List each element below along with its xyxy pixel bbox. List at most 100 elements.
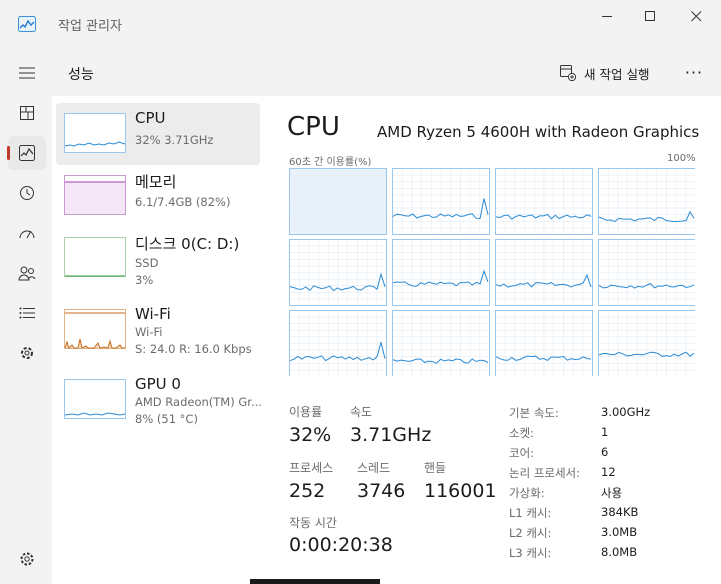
app-history-icon xyxy=(20,186,34,200)
spec-label: 코어: xyxy=(509,446,535,460)
device-detail: SSD xyxy=(135,256,159,270)
processes-label: 프로세스 xyxy=(289,461,334,475)
logical-processor-graph xyxy=(392,310,490,376)
spec-label: L1 캐시: xyxy=(509,506,552,520)
menu-button[interactable] xyxy=(8,56,46,90)
page-header: 성능 새 작업 실행 ··· xyxy=(52,48,721,96)
users-icon xyxy=(18,266,36,281)
device-detail: Wi-Fi xyxy=(135,325,163,339)
uptime-label: 작동 시간 xyxy=(289,516,337,530)
device-item-wifi[interactable]: Wi-Fi Wi-Fi S: 24.0 R: 16.0 Kbps xyxy=(56,299,260,361)
logical-processor-graph xyxy=(598,168,695,235)
nav-processes[interactable] xyxy=(8,96,46,130)
wifi-thumbnail-svg xyxy=(64,309,126,349)
cpu-detail-panel: CPU AMD Ryzen 5 4600H with Radeon Graphi… xyxy=(275,96,721,584)
chart-caption: 60초 간 이용률(%) xyxy=(289,157,372,168)
nav-performance[interactable] xyxy=(7,136,46,170)
page-title: 성능 xyxy=(68,67,94,83)
processes-icon xyxy=(20,106,34,120)
utilization-value: 32% xyxy=(289,424,332,446)
logical-processor-graph xyxy=(392,239,490,306)
device-detail: 6.1/7.4GB (82%) xyxy=(135,195,231,209)
device-name: 디스크 0(C: D:) xyxy=(135,235,240,253)
device-item-gpu[interactable]: GPU 0 AMD Radeon(TM) Gr... 8% (51 °C) xyxy=(56,369,262,431)
logical-processor-graph xyxy=(289,168,387,235)
details-icon xyxy=(19,307,35,319)
close-button[interactable] xyxy=(673,4,719,28)
navigation-rail xyxy=(0,48,52,584)
nav-users[interactable] xyxy=(8,256,46,290)
device-detail: 32% 3.71GHz xyxy=(135,133,214,147)
uptime-value: 0:00:20:38 xyxy=(289,534,393,556)
disk-thumbnail-graph xyxy=(64,237,126,277)
nav-app-history[interactable] xyxy=(8,176,46,210)
spec-label: 기본 속도: xyxy=(509,406,559,420)
cpu-model: AMD Ryzen 5 4600H with Radeon Graphics xyxy=(377,123,700,141)
window-title: 작업 관리자 xyxy=(58,19,122,34)
speed-label: 속도 xyxy=(350,405,373,419)
handles-value: 116001 xyxy=(424,480,497,502)
cpu-thumbnail-svg xyxy=(64,113,126,153)
startup-apps-icon xyxy=(19,230,35,239)
spec-label: L2 캐시: xyxy=(509,526,552,540)
spec-value: 6 xyxy=(601,445,609,459)
device-list: CPU 32% 3.71GHz 메모리 6.1/7.4GB (82%) 디스크 … xyxy=(52,96,275,584)
device-detail: 8% (51 °C) xyxy=(135,412,198,426)
device-name: 메모리 xyxy=(135,173,177,191)
nav-services[interactable] xyxy=(8,336,46,370)
handles-label: 핸들 xyxy=(424,461,447,475)
run-new-task-button[interactable]: 새 작업 실행 xyxy=(560,61,649,85)
processes-value: 252 xyxy=(289,480,326,502)
device-item-disk[interactable]: 디스크 0(C: D:) SSD 3% xyxy=(56,227,260,289)
spec-value: 12 xyxy=(601,465,616,479)
chart-max-label: 100% xyxy=(667,153,696,164)
close-icon xyxy=(690,10,701,21)
more-options-button[interactable]: ··· xyxy=(680,60,708,84)
spec-value: 384KB xyxy=(601,505,639,519)
threads-value: 3746 xyxy=(357,480,406,502)
speed-value: 3.71GHz xyxy=(350,424,432,446)
nav-settings[interactable] xyxy=(8,542,46,576)
logical-processor-graph xyxy=(289,239,387,306)
device-item-cpu[interactable]: CPU 32% 3.71GHz xyxy=(56,103,260,165)
task-manager-app-icon xyxy=(18,16,36,32)
spec-label: 가상화: xyxy=(509,486,545,500)
minimize-button[interactable] xyxy=(584,4,630,28)
more-options-label: ··· xyxy=(684,62,704,82)
nav-startup-apps[interactable] xyxy=(8,216,46,250)
logical-processor-graph xyxy=(495,168,593,235)
device-item-memory[interactable]: 메모리 6.1/7.4GB (82%) xyxy=(56,165,260,227)
device-detail: AMD Radeon(TM) Gr... xyxy=(135,395,262,409)
spec-value: 8.0MB xyxy=(601,545,638,559)
logical-processor-graph xyxy=(598,239,695,306)
settings-icon xyxy=(20,552,34,566)
gpu-thumbnail-svg xyxy=(64,379,126,419)
device-name: Wi-Fi xyxy=(135,305,171,323)
device-detail: S: 24.0 R: 16.0 Kbps xyxy=(135,342,252,356)
minimize-icon xyxy=(601,15,612,17)
run-new-task-icon xyxy=(560,65,576,81)
device-detail: 3% xyxy=(135,273,154,287)
spec-value: 1 xyxy=(601,425,609,439)
cpu-thumbnail-graph xyxy=(64,113,126,153)
logical-processor-graph xyxy=(495,310,593,376)
device-name: GPU 0 xyxy=(135,375,181,393)
logical-processor-graphs xyxy=(289,168,695,376)
maximize-button[interactable] xyxy=(627,4,673,28)
wifi-thumbnail-graph xyxy=(64,309,126,349)
threads-label: 스레드 xyxy=(357,461,391,475)
cpu-title: CPU xyxy=(287,112,340,142)
logical-processor-graph xyxy=(392,168,490,235)
memory-thumbnail-svg xyxy=(64,175,126,215)
utilization-label: 이용률 xyxy=(289,405,323,419)
spec-value: 사용 xyxy=(601,486,623,500)
logical-processor-graph xyxy=(289,310,387,376)
spec-value: 3.0MB xyxy=(601,525,638,539)
memory-thumbnail-graph xyxy=(64,175,126,215)
nav-details[interactable] xyxy=(8,296,46,330)
gpu-thumbnail-graph xyxy=(64,379,126,419)
logical-processor-graph xyxy=(598,310,695,376)
performance-icon xyxy=(19,145,35,161)
disk-thumbnail-svg xyxy=(64,237,126,277)
maximize-icon xyxy=(644,10,655,21)
